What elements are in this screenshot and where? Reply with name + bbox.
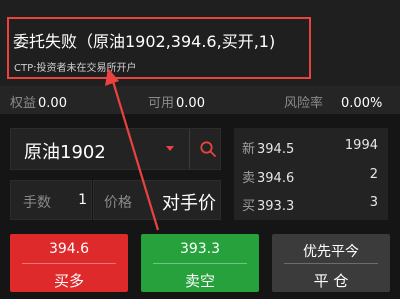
bid-price: 393.3 xyxy=(257,199,295,214)
sell-label: 卖空 xyxy=(184,272,215,290)
buy-label: 买多 xyxy=(53,272,84,290)
divider xyxy=(189,129,190,169)
close-position-button[interactable]: 优先平今 平 仓 xyxy=(272,234,390,292)
ask-price: 394.6 xyxy=(257,171,295,186)
risk-value: 0.00% xyxy=(341,96,383,111)
price-value[interactable]: 对手价 xyxy=(162,189,216,215)
last-price-row: 新 394.5 1994 xyxy=(242,138,378,157)
bid-qty: 3 xyxy=(369,195,378,210)
quote-panel: 新 394.5 1994 卖 394.6 2 买 393.3 3 xyxy=(234,128,388,220)
buy-price: 394.6 xyxy=(48,241,90,257)
bid-row: 买 393.3 3 xyxy=(242,195,378,214)
last-price: 394.5 xyxy=(257,142,295,157)
last-label: 新 xyxy=(242,142,256,157)
button-divider xyxy=(22,263,116,264)
buy-long-button[interactable]: 394.6 买多 xyxy=(10,234,128,292)
equity-value: 0.00 xyxy=(38,96,67,111)
price-field[interactable]: 价格 对手价 xyxy=(93,180,221,220)
available-label: 可用 xyxy=(148,96,175,111)
last-qty: 1994 xyxy=(344,138,378,153)
button-divider xyxy=(153,263,247,264)
caret-down-icon[interactable] xyxy=(163,141,177,155)
equity-label: 权益 xyxy=(10,96,37,111)
bid-label: 买 xyxy=(242,199,256,214)
search-icon[interactable] xyxy=(199,140,217,158)
notification-title: 委托失败（原油1902,394.6,买开,1) xyxy=(13,32,276,51)
notification-subtitle: CTP:投资者未在交易所开户 xyxy=(14,63,137,74)
quantity-field[interactable]: 手数 1 xyxy=(10,180,92,220)
sell-short-button[interactable]: 393.3 卖空 xyxy=(141,234,259,292)
ask-label: 卖 xyxy=(242,171,256,186)
button-divider xyxy=(284,263,378,264)
risk-label: 风险率 xyxy=(284,96,324,111)
available-stat: 可用 0.00 xyxy=(148,92,205,111)
risk-stat: 风险率 0.00% xyxy=(284,92,382,111)
quantity-label: 手数 xyxy=(23,195,51,211)
price-label: 价格 xyxy=(104,195,132,211)
contract-name: 原油1902 xyxy=(24,142,106,163)
available-value: 0.00 xyxy=(176,96,205,111)
quantity-value[interactable]: 1 xyxy=(78,192,87,208)
ask-row: 卖 394.6 2 xyxy=(242,167,378,186)
ask-qty: 2 xyxy=(369,167,378,182)
error-notification: 委托失败（原油1902,394.6,买开,1) CTP:投资者未在交易所开户 xyxy=(0,0,400,86)
close-label: 平 仓 xyxy=(313,272,349,290)
sell-price: 393.3 xyxy=(179,241,221,257)
equity-stat: 权益 0.00 xyxy=(10,92,67,111)
close-priority: 优先平今 xyxy=(303,244,359,260)
contract-selector[interactable]: 原油1902 xyxy=(10,128,221,170)
account-bar: 权益 0.00 可用 0.00 风险率 0.00% xyxy=(0,86,400,114)
